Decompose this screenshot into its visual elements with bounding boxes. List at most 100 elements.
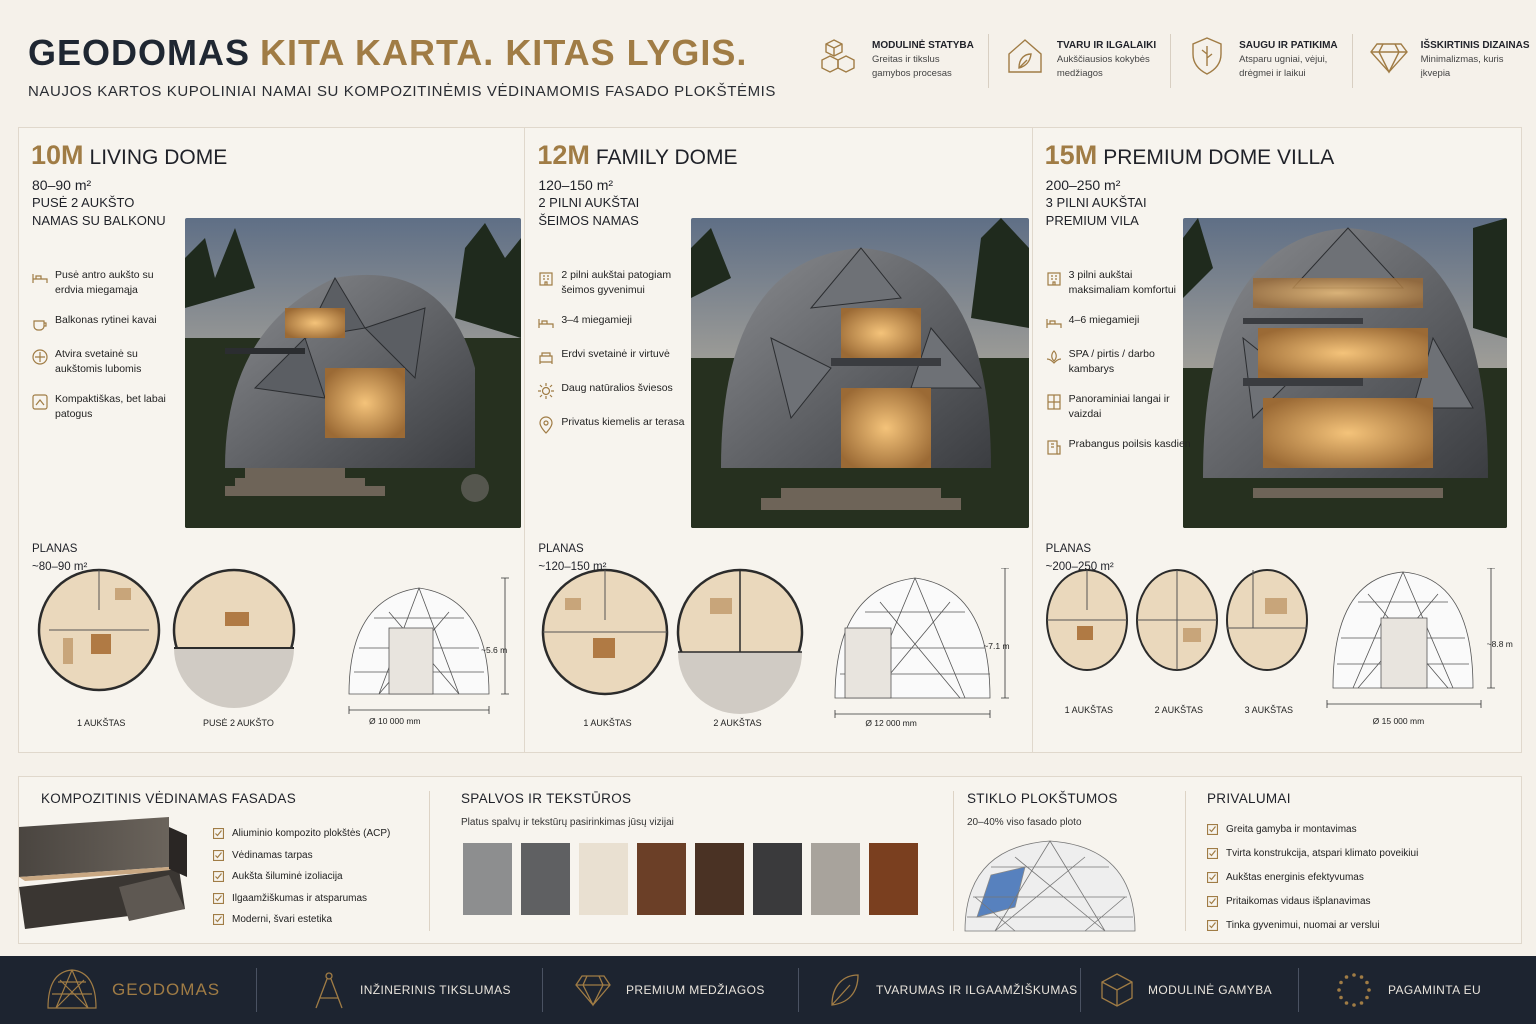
color-swatch — [521, 843, 570, 915]
floor-label: PUSĖ 2 AUKŠTO — [203, 718, 274, 728]
color-swatch — [753, 843, 802, 915]
divider — [542, 968, 543, 1012]
dome-photo — [185, 218, 521, 528]
model-premium-dome-villa: 15M PREMIUM DOME VILLA 200–250 m² 3 PILNI… — [1031, 128, 1521, 752]
list-item: Daug natūralios šviesos — [537, 381, 687, 400]
section-title: PRIVALUMAI — [1207, 791, 1291, 806]
floor-plan-1 — [1045, 569, 1128, 671]
dome-photo — [691, 218, 1030, 528]
dome-photo — [1182, 218, 1507, 528]
cube-icon — [1101, 973, 1133, 1007]
list-item: Vėdinamas tarpas — [213, 845, 390, 867]
model-line1: 2 PILNI AUKŠTAI — [538, 195, 640, 210]
facade-list: Aliuminio kompozito plokštės (ACP) Vėdin… — [213, 823, 390, 931]
section-title: STIKLO PLOKŠTUMOS — [967, 791, 1118, 806]
star-dot — [1339, 980, 1343, 985]
model-line2: PREMIUM VILA — [1045, 213, 1139, 228]
check-icon — [213, 828, 224, 840]
star-dot — [1359, 1001, 1364, 1005]
section-subtitle: Platus spalvų ir tekstūrų pasirinkimas j… — [461, 817, 674, 828]
feature-title: MODULINĖ STATYBA — [872, 40, 974, 51]
feature-sustainable: TVARU IR ILGALAIKI Aukščiausios kokybės m… — [987, 34, 1170, 88]
model-name: FAMILY DOME — [595, 146, 738, 169]
height-label: ~5.6 m — [481, 645, 508, 655]
hand-house-icon — [32, 394, 48, 410]
diameter-label: Ø 15 000 mm — [1372, 716, 1425, 726]
model-size: 10M — [31, 140, 84, 170]
subtitle: NAUJOS KARTOS KUPOLINIAI NAMAI SU KOMPOZ… — [28, 83, 777, 100]
star-dot — [1344, 1001, 1349, 1005]
feature-title: IŠSKIRTINIS DIZAINAS — [1420, 40, 1530, 51]
feature-modular: MODULINĖ STATYBA Greitas ir tikslus gamyb… — [818, 34, 988, 88]
floor-plan-1 — [37, 568, 161, 692]
list-item: Moderni, švari estetika — [213, 909, 390, 931]
check-icon — [1207, 823, 1218, 835]
coffee-icon — [33, 320, 47, 331]
list-item: Erdvi svetainė ir virtuvė — [537, 347, 687, 366]
floor-label: 1 AUKŠTAS — [583, 718, 632, 728]
spa-icon — [1046, 350, 1061, 364]
footer-item-eu: PAGAMINTA EU — [1334, 956, 1481, 1024]
bed-icon — [32, 274, 48, 283]
color-swatch — [811, 843, 860, 915]
model-area: 120–150 m² — [538, 177, 614, 193]
building-icon — [539, 272, 553, 286]
section-title: SPALVOS IR TEKSTŪROS — [461, 791, 632, 806]
page-title: GEODOMAS KITA KARTA. KITAS LYGIS. — [28, 32, 747, 74]
feature-desc: Atsparu ugniai, vėjui, drėgmei ir laikui — [1239, 54, 1328, 79]
model-heading: 10M LIVING DOME — [31, 140, 227, 171]
star-dot — [1365, 980, 1369, 985]
color-swatch — [463, 843, 512, 915]
dome-elevation — [1326, 568, 1495, 708]
star-dot — [1344, 975, 1349, 979]
model-info: 80–90 m² PUSĖ 2 AUKŠTO NAMAS SU BALKONU — [32, 176, 166, 230]
luxury-icon — [1047, 440, 1061, 455]
section-subtitle: 20–40% viso fasado ploto — [967, 817, 1082, 828]
floor-plan-2 — [172, 568, 296, 708]
model-name: LIVING DOME — [89, 146, 228, 169]
list-item: 4–6 miegamieji — [1045, 313, 1195, 332]
star-dot — [1339, 995, 1343, 1000]
height-label: ~7.1 m — [983, 641, 1010, 651]
floor-plan-3 — [1225, 569, 1308, 671]
star-dot — [1365, 995, 1369, 1000]
leaf-icon — [831, 974, 859, 1006]
check-icon — [1207, 895, 1218, 907]
model-size: 12M — [537, 140, 590, 170]
list-item: Aukšta šiluminė izoliacija — [213, 866, 390, 888]
footer: GEODOMAS INŽINERINIS TIKSLUMAS PREMIUM M… — [0, 956, 1536, 1024]
floor-plan-2 — [1135, 569, 1218, 671]
arrows-icon — [32, 349, 48, 365]
window-icon — [1047, 394, 1061, 410]
list-item: Prabangus poilsis kasdien — [1045, 437, 1195, 456]
list-item: 3–4 miegamieji — [537, 313, 687, 332]
star-dot — [1367, 988, 1371, 992]
divider — [1080, 968, 1081, 1012]
check-icon — [213, 871, 224, 883]
footer-item-engineering: INŽINERINIS TIKSLUMAS — [312, 956, 511, 1024]
floor-label: 3 AUKŠTAS — [1244, 705, 1294, 715]
feature-desc: Minimalizmas, kuris įkvepia — [1420, 54, 1504, 79]
check-icon — [1207, 847, 1218, 859]
model-living-dome: 10M LIVING DOME 80–90 m² PUSĖ 2 AUKŠTO NA… — [19, 128, 524, 752]
sun-icon — [538, 383, 555, 399]
feature-title: SAUGU IR PATIKIMA — [1239, 40, 1338, 51]
cubes-icon — [821, 39, 855, 73]
footer-item-brand: GEODOMAS — [46, 956, 220, 1024]
building-icon — [1047, 272, 1061, 286]
floor-plan-1 — [542, 568, 669, 696]
leaf-house-icon — [1008, 39, 1042, 73]
compass-icon — [315, 972, 343, 1009]
list-item: Balkonas rytinei kavai — [31, 313, 181, 332]
list-item: Tinka gyvenimui, nuomai ar verslui — [1207, 913, 1418, 937]
check-icon — [1207, 871, 1218, 883]
models-section: 10M LIVING DOME 80–90 m² PUSĖ 2 AUKŠTO NA… — [18, 127, 1522, 753]
eu-stars-icon — [1337, 973, 1371, 1007]
model-name: PREMIUM DOME VILLA — [1103, 146, 1335, 169]
model-feature-list: Pusė antro aukšto su erdvia miegamąja Ba… — [31, 268, 181, 437]
footer-item-sustainability: TVARUMAS IR ILGAAMŽIŠKUMAS — [828, 956, 1078, 1024]
star-dot — [1352, 1003, 1356, 1007]
facade-section: KOMPOZITINIS VĖDINAMAS FASADAS Aliuminio… — [19, 777, 429, 943]
color-swatch — [637, 843, 686, 915]
list-item: Ilgaamžiškumas ir atsparumas — [213, 888, 390, 910]
